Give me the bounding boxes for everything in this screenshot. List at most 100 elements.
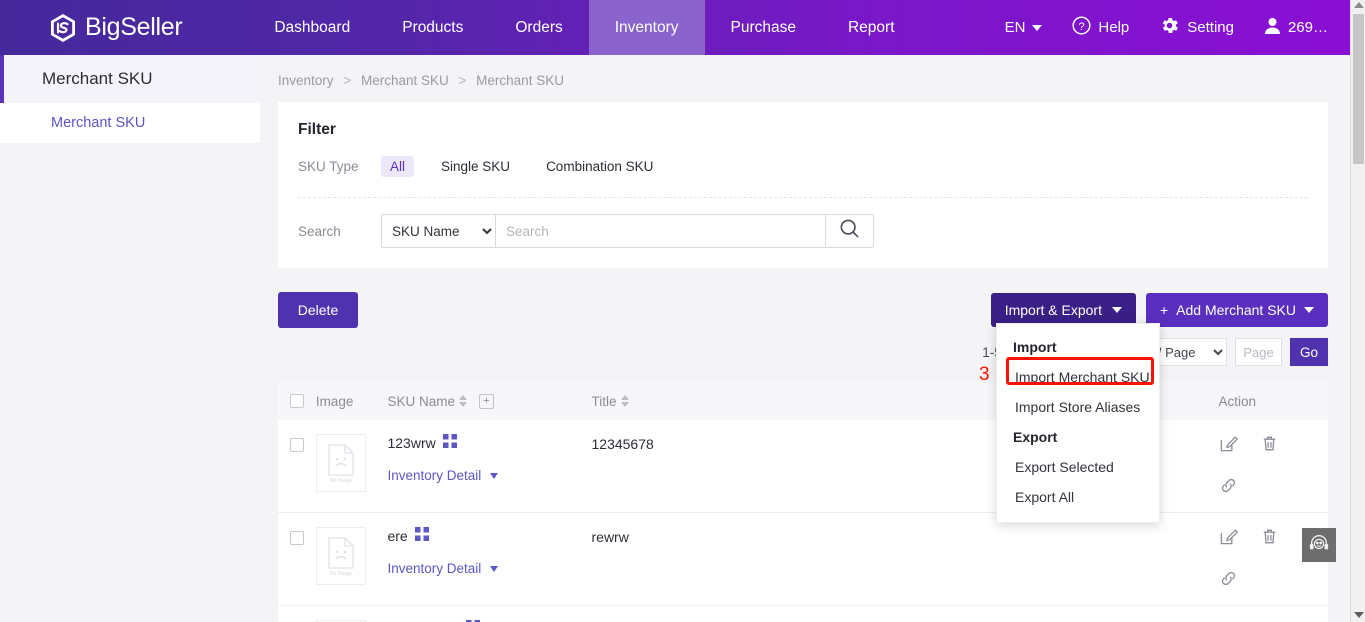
nav-item-dashboard[interactable]: Dashboard xyxy=(248,0,376,55)
delete-icon[interactable] xyxy=(1260,527,1279,551)
column-sku-name[interactable]: SKU Name + xyxy=(387,393,591,409)
sort-icon[interactable] xyxy=(620,395,629,407)
qr-code-icon[interactable] xyxy=(414,527,429,544)
sku-name-value: ere xyxy=(387,527,408,544)
help-button[interactable]: ? Help xyxy=(1072,16,1129,39)
filter-title: Filter xyxy=(298,121,336,138)
language-selector[interactable]: EN xyxy=(1005,19,1043,36)
nav-item-purchase[interactable]: Purchase xyxy=(705,0,822,55)
row-sku-cell: 123wrw Inventory Detail xyxy=(387,434,591,500)
row-checkbox[interactable] xyxy=(289,438,304,452)
action-icons-row-2 xyxy=(1219,569,1328,593)
merchant-sku-table: Image SKU Name + Title cm) Action xyxy=(278,382,1328,622)
scroll-up-arrow-icon[interactable] xyxy=(1354,2,1364,8)
sku-type-row: SKU Type All Single SKU Combination SKU xyxy=(298,156,1308,177)
chevron-down-icon xyxy=(1111,307,1122,313)
customer-support-button[interactable] xyxy=(1302,528,1336,562)
delete-icon[interactable] xyxy=(1260,434,1279,458)
delete-button[interactable]: Delete xyxy=(278,292,358,328)
edit-icon[interactable] xyxy=(1219,434,1238,458)
sku-name-value: 123wrw xyxy=(387,434,436,451)
account-menu[interactable]: 269… xyxy=(1264,17,1328,39)
nav-item-report[interactable]: Report xyxy=(822,0,921,55)
setting-button[interactable]: Setting xyxy=(1159,15,1234,40)
chevron-down-icon xyxy=(1032,24,1043,31)
filter-divider xyxy=(298,197,1308,198)
row-action-cell xyxy=(1219,434,1328,500)
row-title-cell: 12345678 xyxy=(591,436,654,452)
row-checkbox[interactable] xyxy=(289,531,304,545)
scrollbar-thumb[interactable] xyxy=(1353,14,1364,164)
add-merchant-sku-button[interactable]: + Add Merchant SKU xyxy=(1145,293,1328,327)
no-image-placeholder-icon: No Image xyxy=(315,527,366,585)
toolbar-right-group: Import & Export + Add Merchant SKU xyxy=(990,293,1328,327)
no-image-text: No Image xyxy=(329,477,352,484)
search-row: Search SKU Name xyxy=(298,214,1308,248)
action-icons-row-1 xyxy=(1219,434,1328,458)
column-title[interactable]: Title xyxy=(592,394,1000,409)
question-circle-icon: ? xyxy=(1072,16,1091,39)
chevron-down-icon xyxy=(490,472,499,479)
row-title-cell: rewrw xyxy=(591,529,629,545)
import-export-button[interactable]: Import & Export xyxy=(990,293,1136,327)
nav-item-inventory[interactable]: Inventory xyxy=(588,0,705,55)
breadcrumb: Inventory > Merchant SKU > Merchant SKU xyxy=(260,55,1350,88)
qr-code-icon[interactable] xyxy=(442,434,457,451)
sku-type-label: SKU Type xyxy=(298,159,359,174)
search-icon xyxy=(839,218,860,244)
gear-icon xyxy=(1159,15,1180,40)
search-button[interactable] xyxy=(826,214,874,248)
setting-label: Setting xyxy=(1187,19,1234,36)
sidebar-item-merchant-sku[interactable]: Merchant SKU xyxy=(0,103,260,143)
chevron-down-icon xyxy=(1304,307,1314,313)
select-all-checkbox[interactable] xyxy=(289,394,304,408)
toolbar: Delete Import & Export + Add Merchant SK… xyxy=(278,292,1328,328)
brand-logo[interactable]: BigSeller xyxy=(49,13,183,43)
edit-icon[interactable] xyxy=(1219,527,1238,551)
column-image: Image xyxy=(315,393,354,409)
add-column-icon[interactable]: + xyxy=(479,393,494,409)
inventory-detail-toggle[interactable]: Inventory Detail xyxy=(387,468,591,483)
breadcrumb-separator: > xyxy=(343,73,352,88)
column-title-label: Title xyxy=(591,393,617,409)
row-quantity-cell xyxy=(1000,527,1095,593)
row-image-cell: No Image xyxy=(315,434,388,500)
search-input[interactable] xyxy=(496,214,826,248)
table-header-row: Image SKU Name + Title cm) Action xyxy=(278,382,1328,420)
link-icon[interactable] xyxy=(1219,569,1238,593)
page-scrollbar[interactable] xyxy=(1350,0,1365,622)
nav-item-products[interactable]: Products xyxy=(376,0,489,55)
headset-icon xyxy=(1308,532,1330,559)
go-button[interactable]: Go xyxy=(1290,338,1328,366)
select-all-cell xyxy=(278,394,316,408)
row-sku-cell: ere Inventory Detail xyxy=(387,527,591,593)
inventory-detail-toggle[interactable]: Inventory Detail xyxy=(387,561,591,576)
sort-icon[interactable] xyxy=(459,395,467,407)
sku-type-option-single[interactable]: Single SKU xyxy=(432,156,519,177)
inventory-detail-label: Inventory Detail xyxy=(387,468,482,483)
page-number-input[interactable] xyxy=(1235,338,1282,366)
breadcrumb-item-0[interactable]: Inventory xyxy=(278,73,334,88)
sidebar-section-merchant-sku[interactable]: Merchant SKU xyxy=(0,55,260,103)
dropdown-item-import-merchant-sku[interactable]: Import Merchant SKU xyxy=(997,362,1159,392)
dropdown-item-export-all[interactable]: Export All xyxy=(997,482,1159,512)
sku-type-option-all[interactable]: All xyxy=(381,156,415,177)
link-icon[interactable] xyxy=(1219,476,1238,500)
table-row: E20210614 orange+white sexy dress 0 0*0*… xyxy=(278,606,1328,622)
inventory-detail-label: Inventory Detail xyxy=(387,561,482,576)
dropdown-item-export-selected[interactable]: Export Selected xyxy=(997,452,1159,482)
dropdown-item-import-store-aliases[interactable]: Import Store Aliases xyxy=(997,392,1159,422)
filter-card: Filter SKU Type All Single SKU Combinati… xyxy=(278,102,1328,268)
sidebar: Merchant SKU Merchant SKU xyxy=(0,55,260,622)
import-export-label: Import & Export xyxy=(1004,302,1102,318)
search-field-select[interactable]: SKU Name xyxy=(381,214,496,248)
breadcrumb-item-1[interactable]: Merchant SKU xyxy=(361,73,449,88)
scroll-down-arrow-icon[interactable] xyxy=(1354,612,1364,618)
row-image-cell: No Image xyxy=(315,527,388,593)
breadcrumb-item-2: Merchant SKU xyxy=(476,73,564,88)
dropdown-header-export: Export xyxy=(1013,429,1058,445)
nav-item-orders[interactable]: Orders xyxy=(489,0,588,55)
svg-text:?: ? xyxy=(1079,21,1085,33)
sku-type-option-combination[interactable]: Combination SKU xyxy=(537,156,662,177)
table-row: No Image 123wrw Inventory Detail 1234567… xyxy=(278,420,1328,513)
